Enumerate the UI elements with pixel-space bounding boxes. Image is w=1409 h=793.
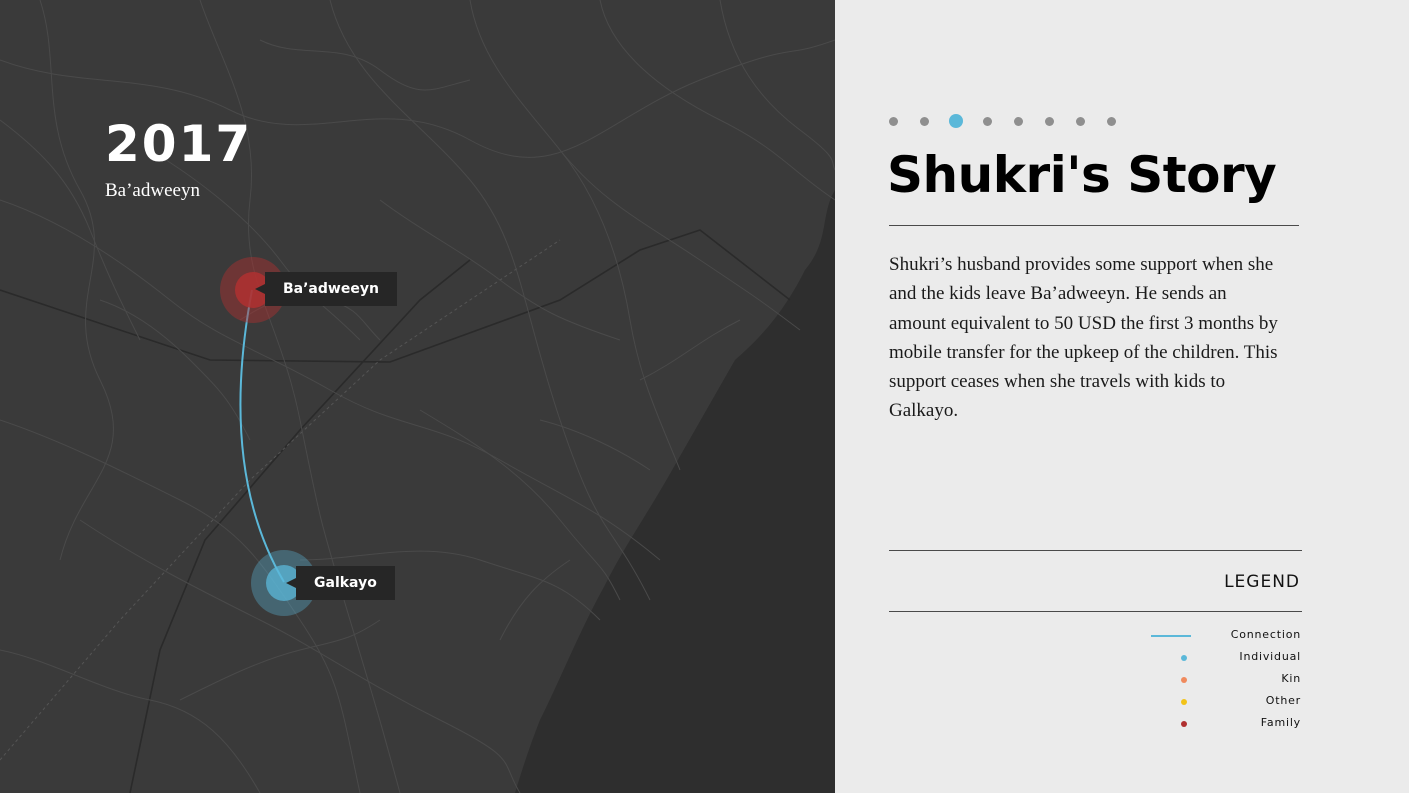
- pagination-dot[interactable]: [983, 116, 992, 126]
- pagination-dot-active[interactable]: [949, 114, 963, 128]
- story-screen: 2017 Ba’adweeyn Ba’adweeyn Galkayo Shukr…: [0, 0, 1409, 793]
- legend-item-connection: Connection: [1135, 626, 1301, 648]
- story-panel: Shukri's Story Shukri’s husband provides…: [835, 0, 1409, 793]
- pagination-dot[interactable]: [1045, 116, 1054, 126]
- pagination-dot[interactable]: [1076, 116, 1085, 126]
- legend-line-swatch: [1151, 635, 1191, 637]
- legend-item-label: Kin: [1281, 672, 1301, 685]
- legend-title: LEGEND: [1224, 572, 1300, 592]
- legend-top-divider: [889, 550, 1302, 551]
- year-heading: 2017: [105, 115, 253, 173]
- story-text: Shukri’s husband provides some support w…: [889, 254, 1278, 422]
- legend-dot-swatch: [1181, 655, 1187, 661]
- title-divider: [889, 225, 1299, 226]
- place-label-galkayo[interactable]: Galkayo: [286, 566, 395, 600]
- legend-item-label: Connection: [1230, 628, 1301, 641]
- legend-bottom-divider: [889, 611, 1302, 612]
- slide-pagination: [889, 114, 1138, 128]
- legend-dot-swatch: [1181, 721, 1187, 727]
- legend-item-label: Family: [1260, 716, 1301, 729]
- legend-dot-swatch: [1181, 677, 1187, 683]
- pagination-dot[interactable]: [1107, 116, 1116, 126]
- sea-area: [515, 190, 835, 793]
- story-title: Shukri's Story: [887, 146, 1277, 204]
- pagination-dot[interactable]: [1014, 116, 1023, 126]
- legend-dot-swatch: [1181, 699, 1187, 705]
- pagination-dot[interactable]: [889, 116, 898, 126]
- legend-item-family: Family: [1135, 714, 1301, 736]
- pagination-dot[interactable]: [920, 116, 929, 126]
- legend-item-kin: Kin: [1135, 670, 1301, 692]
- location-subtitle: Ba’adweeyn: [105, 180, 200, 201]
- place-label-baadweeyn[interactable]: Ba’adweeyn: [255, 272, 397, 306]
- legend-item-label: Individual: [1239, 650, 1301, 663]
- legend-item-label: Other: [1265, 694, 1301, 707]
- connection-arc: [239, 289, 285, 583]
- map-view[interactable]: 2017 Ba’adweeyn Ba’adweeyn Galkayo: [0, 0, 835, 793]
- legend-item-other: Other: [1135, 692, 1301, 714]
- legend-item-individual: Individual: [1135, 648, 1301, 670]
- legend-list: Connection Individual Kin Other Family: [1135, 626, 1301, 736]
